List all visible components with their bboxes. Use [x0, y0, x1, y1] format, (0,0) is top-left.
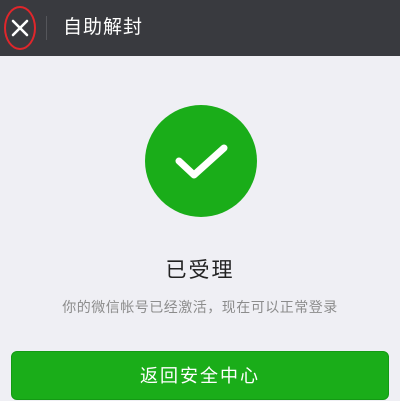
success-badge [145, 105, 257, 217]
top-bar: 自助解封 [0, 0, 400, 56]
status-title: 已受理 [165, 258, 235, 282]
page-title: 自助解封 [63, 16, 144, 38]
close-icon [11, 19, 29, 37]
status-description: 你的微信帐号已经激活，现在可以正常登录 [62, 300, 338, 316]
close-button[interactable] [4, 6, 36, 50]
header-divider [46, 16, 47, 40]
return-security-center-button[interactable]: 返回安全中心 [11, 351, 389, 400]
checkmark-icon [175, 144, 228, 179]
